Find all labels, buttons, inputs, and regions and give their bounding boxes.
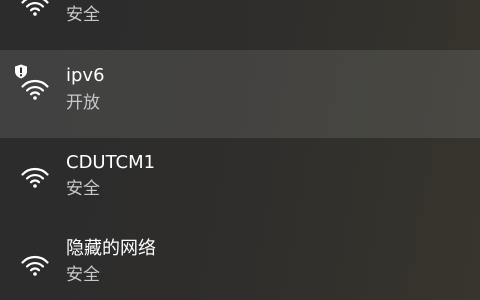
network-name: ipv6 bbox=[66, 65, 105, 86]
network-name: CDUTCM1 bbox=[66, 152, 156, 173]
wifi-network-item-hidden[interactable]: 隐藏的网络 安全 bbox=[0, 226, 480, 300]
wifi-network-item[interactable]: 安全 bbox=[0, 0, 480, 36]
network-status: 开放 bbox=[66, 93, 100, 113]
wifi-icon bbox=[21, 0, 49, 16]
wifi-icon bbox=[21, 79, 49, 100]
wifi-icon bbox=[21, 255, 49, 276]
wifi-network-item-ipv6[interactable]: ipv6 开放 bbox=[0, 50, 480, 138]
wifi-network-list: 安全 ipv6 开放 CDUTCM1 安全 隐藏的网络 安全 bbox=[0, 0, 480, 300]
network-status: 安全 bbox=[66, 265, 100, 285]
wifi-icon bbox=[21, 167, 49, 188]
network-status: 安全 bbox=[66, 5, 100, 25]
network-status: 安全 bbox=[66, 179, 100, 199]
wifi-network-item-cdutcm1[interactable]: CDUTCM1 安全 bbox=[0, 138, 480, 226]
network-name: 隐藏的网络 bbox=[66, 238, 156, 259]
